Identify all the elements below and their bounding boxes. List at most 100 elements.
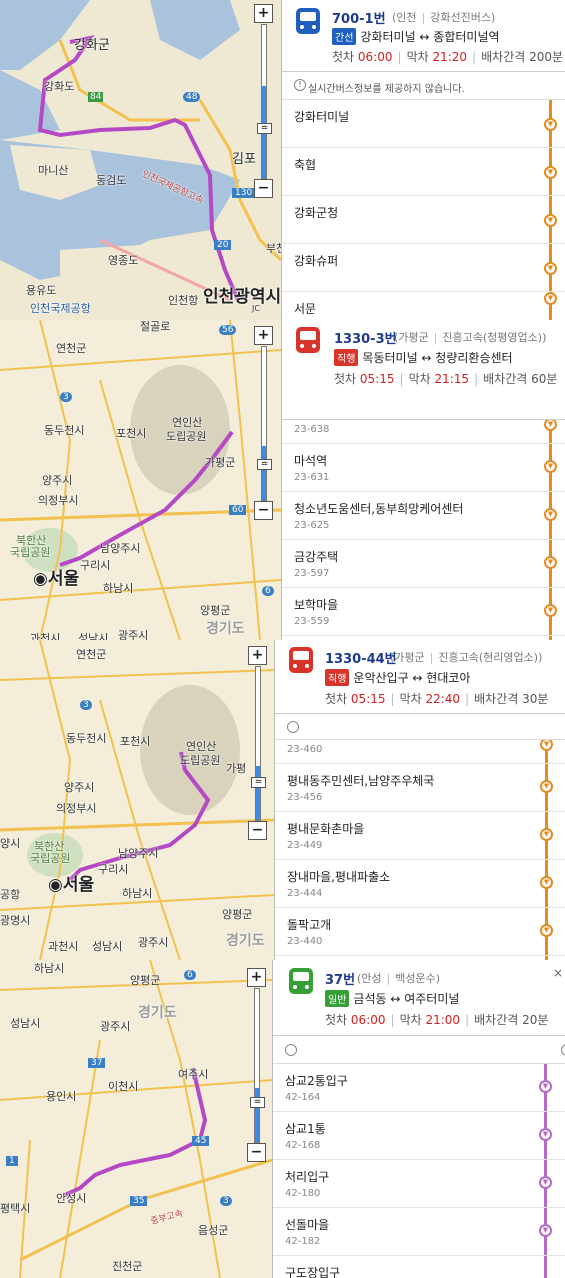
stop-item[interactable]: 강화터미널 ▼ xyxy=(282,100,565,148)
zoom-out-button[interactable]: − xyxy=(248,821,267,840)
bus-header: 37번 (안성 | 백성운수) × 일반 금석동 ↔ 여주터미널 첫차 06:00 | 막… xyxy=(273,960,565,1036)
stop-item[interactable]: 선돌마을 42-182 ▼ xyxy=(273,1208,565,1256)
zoom-out-button[interactable]: − xyxy=(254,501,273,520)
stop-item[interactable]: 삼교2통입구 42-164 ▼ xyxy=(273,1064,565,1112)
realtime-notice: ! 실시간버스정보를 제공하지 않습니다. xyxy=(282,72,565,100)
bus-icon-red xyxy=(296,327,320,353)
zoom-out-button[interactable]: − xyxy=(247,1143,266,1162)
map-canvas xyxy=(0,960,272,1278)
stop-item[interactable]: 청소년도움센터,동부희망케어센터 23-625 ▼ xyxy=(282,492,565,540)
zoom-slider-track[interactable]: = xyxy=(251,666,266,821)
bus-info-panel: 1330-3번 (가평군 | 진흥고속(청평영업소)) 직행 목동터미널 ↔ 청량리환… xyxy=(281,320,565,640)
stop-item[interactable]: 구도장입구 xyxy=(273,1256,565,1278)
zoom-slider-handle[interactable]: = xyxy=(250,1097,265,1108)
stop-item[interactable]: 평내동주민센터,남양주우체국 23-456 ▼ xyxy=(275,764,565,812)
chevron-down-icon: ▼ xyxy=(544,556,557,569)
map-road-badge: 20 xyxy=(214,240,232,250)
zoom-in-button[interactable]: + xyxy=(247,968,266,987)
zoom-out-button[interactable]: − xyxy=(254,179,273,198)
map-road-badge: 6 xyxy=(184,970,196,980)
map-label: 도립공원 xyxy=(166,430,207,443)
bus-route: 간선 강화터미널 ↔ 종합터미널역 xyxy=(332,28,500,45)
zoom-in-button[interactable]: + xyxy=(254,4,273,23)
route-map-4[interactable]: 하남시 양평군 6 성남시 경기도 광주시 37 이천시 여주시 용인시 1 4… xyxy=(0,960,272,1278)
map-road-badge: 3 xyxy=(80,700,92,710)
map-label: 양주시 xyxy=(42,474,73,487)
map-road-badge: 6 xyxy=(262,586,274,596)
zoom-slider-handle[interactable]: = xyxy=(257,123,272,134)
map-label: 인천항 xyxy=(168,294,199,307)
route-map-3[interactable]: 연천군 3 동두천시 포천시 연인산 도립공원 가평 양주시 의정부시 양시 북… xyxy=(0,640,274,960)
bus-icon-red xyxy=(289,647,313,673)
stop-item[interactable]: 축협 ▼ xyxy=(282,148,565,196)
zoom-slider-track[interactable]: = xyxy=(257,24,272,179)
chevron-down-icon: ▼ xyxy=(539,1128,552,1141)
stop-item[interactable]: 처리입구 42-180 ▼ xyxy=(273,1160,565,1208)
bus-route: 직행 목동터미널 ↔ 청량리환승센터 xyxy=(334,349,513,366)
clock-icon[interactable] xyxy=(561,1044,565,1056)
route-map-2[interactable]: 절골로 56 연천군 3 동두천시 포천시 연인산 도립공원 가평군 양주시 의… xyxy=(0,320,281,640)
map-label: 동두천시 xyxy=(66,732,107,745)
stop-item[interactable]: 강화군청 ▼ xyxy=(282,196,565,244)
clock-icon[interactable] xyxy=(287,721,299,733)
stop-item[interactable]: 삼교1통 42-168 ▼ xyxy=(273,1112,565,1160)
map-road-badge: 3 xyxy=(60,392,72,402)
chevron-down-icon: ▼ xyxy=(540,780,553,793)
map-label: 가평 xyxy=(226,762,247,775)
map-label: 가평군 xyxy=(205,456,236,469)
stop-item[interactable]: 23-638 ▼ xyxy=(282,420,565,444)
clock-icon[interactable] xyxy=(285,1044,297,1056)
map-road-badge: 35 xyxy=(130,1196,148,1206)
stop-item[interactable]: 장내마을,평내파출소 23-444 ▼ xyxy=(275,860,565,908)
stop-item[interactable]: 마석역 23-631 ▼ xyxy=(282,444,565,492)
stop-item[interactable]: 23-460 ▼ xyxy=(275,740,565,764)
zoom-in-button[interactable]: + xyxy=(254,326,273,345)
map-label: 국립공원 xyxy=(10,546,51,559)
zoom-control: + = − xyxy=(247,968,267,1163)
map-label: 경기도 xyxy=(206,621,245,637)
map-label: 마니산 xyxy=(38,164,69,177)
map-label: 연천군 xyxy=(56,342,87,355)
bus-number[interactable]: 1330-44번 xyxy=(325,648,397,667)
stop-item[interactable]: 보학마을 23-559 ▼ xyxy=(282,588,565,636)
zoom-slider-track[interactable]: = xyxy=(250,988,265,1143)
map-label: 의정부시 xyxy=(56,802,97,815)
map-label: 공항 xyxy=(0,888,21,901)
map-label: 과천시 xyxy=(48,940,79,953)
route-map-1[interactable]: 강화군 강화도 84 48 마니산 동검도 김포 인천국제공항고속 130 영종… xyxy=(0,0,281,320)
map-road-badge: 48 xyxy=(183,92,201,102)
map-label: 양주시 xyxy=(64,781,95,794)
bus-number[interactable]: 37번 xyxy=(325,969,355,988)
close-icon[interactable]: × xyxy=(553,966,563,980)
map-label: 성남시 xyxy=(78,632,109,640)
stop-item[interactable]: 서문 ▼ xyxy=(282,292,565,320)
map-label: 포천시 xyxy=(116,427,147,440)
stop-list: 강화터미널 ▼ 축협 ▼ 강화군청 ▼ 강화슈퍼 ▼ 서문 ▼ xyxy=(282,100,565,320)
zoom-slider-handle[interactable]: = xyxy=(251,777,266,788)
bus-number[interactable]: 1330-3번 xyxy=(334,328,397,347)
zoom-slider-handle[interactable]: = xyxy=(257,459,272,470)
map-label: 진천군 xyxy=(112,1260,143,1273)
map-road-badge: 56 xyxy=(219,325,237,335)
stop-item[interactable]: 강화슈퍼 ▼ xyxy=(282,244,565,292)
route-panel-3: 연천군 3 동두천시 포천시 연인산 도립공원 가평 양주시 의정부시 양시 북… xyxy=(0,640,565,960)
map-label: 음성군 xyxy=(198,1224,229,1237)
map-label: 포천시 xyxy=(120,735,151,748)
zoom-slider-track[interactable]: = xyxy=(257,346,272,501)
bus-type-tag: 직행 xyxy=(334,349,359,366)
stop-item[interactable]: 평내문화촌마을 23-449 ▼ xyxy=(275,812,565,860)
map-label: 성남시 xyxy=(10,1017,41,1030)
map-label: 강화도 xyxy=(44,80,75,93)
map-label: 인천광역시 xyxy=(203,287,281,307)
map-label: 국립공원 xyxy=(30,852,71,865)
bus-meta: (안성 | 백성운수) xyxy=(357,972,441,985)
bus-times: 첫차 06:00 | 막차 21:00 | 배차간격 20분 xyxy=(325,1013,549,1027)
bus-number[interactable]: 700-1번 xyxy=(332,8,386,27)
stop-item[interactable]: 돌팍고개 23-440 ▼ xyxy=(275,908,565,956)
map-label: 동두천시 xyxy=(44,424,85,437)
bus-type-tag: 간선 xyxy=(332,28,357,45)
map-road-badge: 84 xyxy=(88,92,104,102)
map-label: ◉서울 xyxy=(48,875,95,895)
zoom-in-button[interactable]: + xyxy=(248,646,267,665)
stop-item[interactable]: 금강주택 23-597 ▼ xyxy=(282,540,565,588)
